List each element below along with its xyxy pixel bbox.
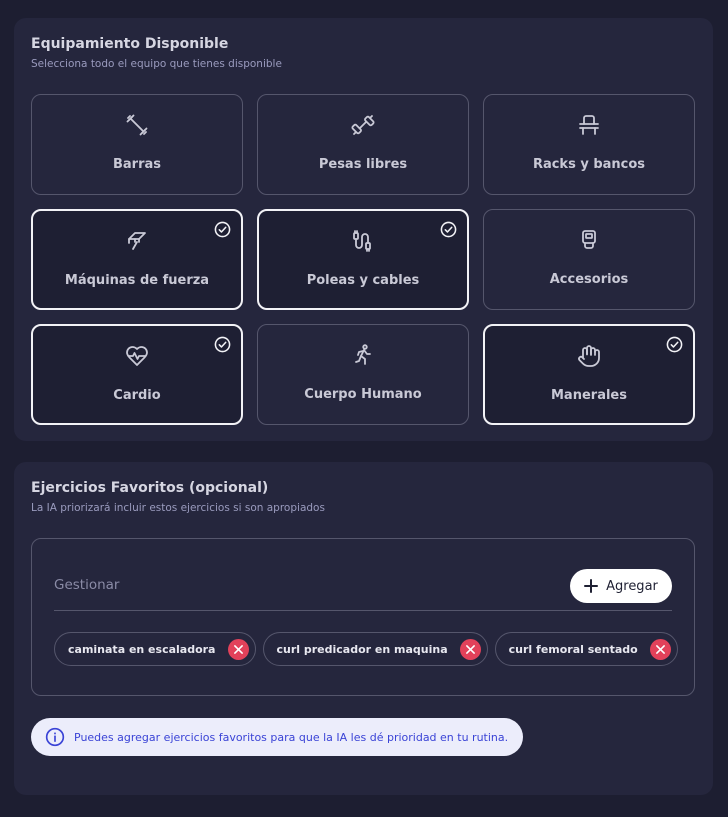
close-icon (465, 644, 475, 654)
close-icon (233, 644, 243, 654)
add-favorite-button[interactable]: Agregar (570, 569, 672, 603)
check-circle-icon (666, 336, 683, 353)
hand-icon (577, 344, 601, 368)
close-icon (655, 644, 665, 654)
info-text: Puedes agregar ejercicios favoritos para… (74, 730, 509, 744)
cable-icon (351, 229, 375, 253)
equipment-card-label: Accesorios (549, 272, 629, 287)
accessory-icon (577, 228, 601, 252)
favorite-chip-label: caminata en escaladora (68, 642, 216, 656)
equipment-card-barras[interactable]: Barras (31, 94, 243, 195)
bench-icon (577, 113, 601, 137)
equipment-card-racks-y-bancos[interactable]: Racks y bancos (483, 94, 695, 195)
favorite-chip: curl femoral sentado (494, 632, 678, 666)
divider (54, 610, 672, 611)
manage-label: Gestionar (54, 577, 120, 593)
favorite-chip: curl predicador en maquina (262, 632, 488, 666)
favorite-chips: caminata en escaladora curl predicador e… (54, 632, 678, 666)
running-person-icon (351, 343, 375, 367)
equipment-card-accesorios[interactable]: Accesorios (483, 209, 695, 310)
equipment-panel: Equipamiento Disponible Selecciona todo … (14, 18, 713, 441)
equipment-grid: Barras Pesas libres Racks y bancos Máqui… (31, 94, 695, 425)
equipment-card-cuerpo-humano[interactable]: Cuerpo Humano (257, 324, 469, 425)
favorite-chip-label: curl femoral sentado (508, 642, 638, 656)
favorites-box: Gestionar Agregar caminata en escaladora… (31, 538, 695, 696)
machine-icon (125, 229, 149, 253)
equipment-card-label: Manerales (551, 388, 627, 403)
equipment-card-cardio[interactable]: Cardio (31, 324, 243, 425)
check-circle-icon (214, 336, 231, 353)
info-banner: Puedes agregar ejercicios favoritos para… (31, 718, 524, 756)
remove-favorite-button[interactable] (227, 638, 249, 660)
favorites-subtitle: La IA priorizará incluir estos ejercicio… (31, 502, 325, 514)
equipment-card-label: Pesas libres (318, 157, 408, 172)
barbell-icon (125, 113, 149, 137)
equipment-card-poleas-y-cables[interactable]: Poleas y cables (257, 209, 469, 310)
plus-icon (584, 579, 599, 593)
favorite-chip-label: curl predicador en maquina (276, 642, 448, 656)
dumbbell-icon (351, 113, 375, 137)
info-icon (45, 727, 65, 747)
equipment-card-label: Poleas y cables (306, 273, 420, 288)
check-circle-icon (214, 221, 231, 238)
favorites-panel: Ejercicios Favoritos (opcional) La IA pr… (14, 462, 713, 795)
remove-favorite-button[interactable] (649, 638, 671, 660)
check-circle-icon (440, 221, 457, 238)
add-favorite-label: Agregar (606, 578, 658, 594)
equipment-card-manerales[interactable]: Manerales (483, 324, 695, 425)
equipment-card-label: Máquinas de fuerza (64, 273, 210, 288)
equipment-card-label: Cuerpo Humano (304, 387, 422, 402)
equipment-card-label: Barras (112, 157, 161, 172)
favorites-title: Ejercicios Favoritos (opcional) (31, 480, 269, 496)
equipment-card-label: Cardio (113, 388, 161, 403)
equipment-title: Equipamiento Disponible (31, 36, 229, 52)
equipment-card-maquinas-de-fuerza[interactable]: Máquinas de fuerza (31, 209, 243, 310)
equipment-card-pesas-libres[interactable]: Pesas libres (257, 94, 469, 195)
heart-pulse-icon (125, 344, 149, 368)
favorite-chip: caminata en escaladora (54, 632, 256, 666)
remove-favorite-button[interactable] (459, 638, 481, 660)
equipment-subtitle: Selecciona todo el equipo que tienes dis… (31, 58, 282, 70)
equipment-card-label: Racks y bancos (532, 157, 646, 172)
